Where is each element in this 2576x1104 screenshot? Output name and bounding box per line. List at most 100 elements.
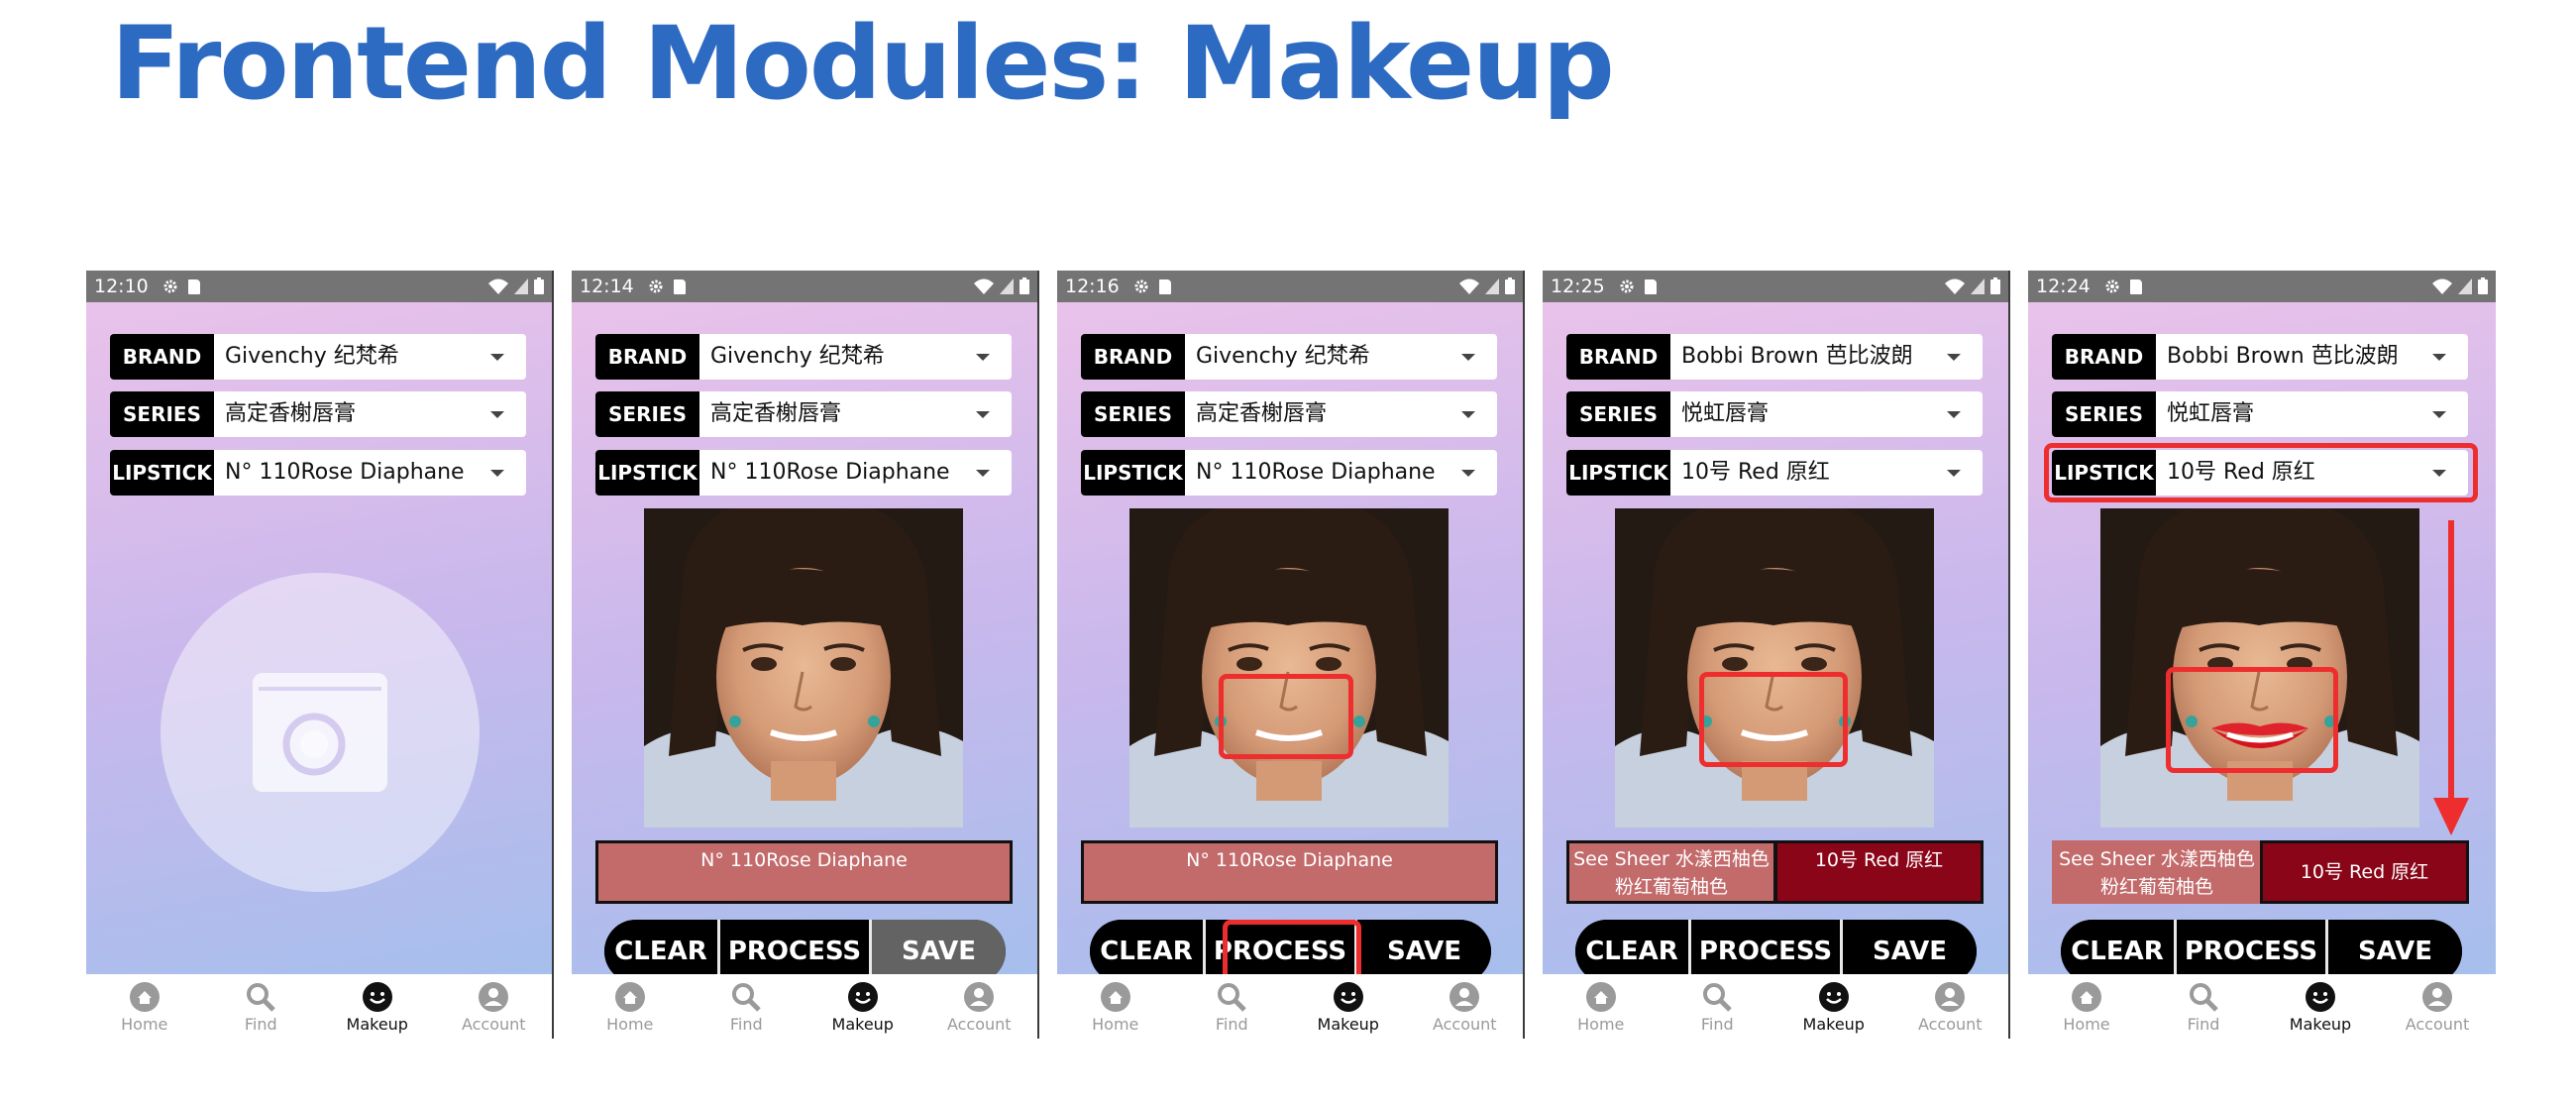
brand-dropdown[interactable]: BRAND Givenchy 纪梵希 (110, 334, 526, 380)
status-time: 12:25 (1551, 276, 1605, 297)
chevron-down-icon (1947, 470, 1961, 477)
series-label: SERIES (1566, 391, 1670, 437)
status-indicators (2432, 277, 2488, 294)
nav-makeup[interactable]: Makeup (2262, 974, 2379, 1039)
shade-option-red[interactable]: 10号 Red 原红 (1774, 840, 1984, 904)
gear-icon (1134, 279, 1148, 293)
lipstick-label: LIPSTICK (1566, 450, 1670, 496)
lipstick-dropdown[interactable]: LIPSTICK N° 110Rose Diaphane (595, 450, 1012, 496)
phone-screen-5: 12:24 BRAND Bobbi Brown 芭比波朗 SERIES 悦虹唇膏… (2028, 271, 2496, 1039)
lipstick-value: 10号 Red 原红 (1681, 460, 1830, 485)
home-icon (129, 982, 160, 1012)
nav-makeup[interactable]: Makeup (1290, 974, 1407, 1039)
search-icon (732, 983, 762, 1012)
brand-dropdown[interactable]: BRAND Givenchy 纪梵希 (1081, 334, 1497, 380)
search-icon (1703, 983, 1733, 1012)
photo-upload-area[interactable] (161, 573, 480, 892)
phone-screen-4: 12:25 BRAND Bobbi Brown 芭比波朗 SERIES 悦虹唇膏… (1543, 271, 2010, 1039)
bottom-nav: Home Find Makeup Account (2028, 974, 2496, 1039)
nav-account[interactable]: Account (1892, 974, 2009, 1039)
sdcard-icon (673, 278, 686, 294)
nav-home-label: Home (606, 1015, 654, 1034)
nav-find[interactable]: Find (1174, 974, 1291, 1039)
chevron-down-icon (490, 354, 504, 361)
status-indicators (488, 277, 544, 294)
nav-account[interactable]: Account (1407, 974, 1524, 1039)
series-dropdown[interactable]: SERIES 高定香榭唇膏 (1081, 391, 1497, 437)
nav-makeup[interactable]: Makeup (805, 974, 921, 1039)
nav-account-label: Account (946, 1015, 1012, 1034)
smiley-icon (1333, 982, 1363, 1012)
nav-makeup[interactable]: Makeup (319, 974, 436, 1039)
account-icon (1449, 982, 1480, 1012)
series-dropdown[interactable]: SERIES 高定香榭唇膏 (595, 391, 1012, 437)
nav-home[interactable]: Home (1543, 974, 1660, 1039)
series-dropdown[interactable]: SERIES 悦虹唇膏 (2052, 391, 2468, 437)
shade-option-sheer[interactable]: See Sheer 水漾西柚色 粉红葡萄柚色 (1566, 840, 1774, 904)
search-icon (2190, 983, 2218, 1012)
arrow-down-icon (2433, 520, 2469, 835)
face-photo (1615, 508, 1934, 828)
brand-label: BRAND (1566, 334, 1670, 380)
gear-icon (649, 279, 663, 293)
nav-makeup-label: Makeup (346, 1015, 408, 1034)
battery-icon (2478, 277, 2488, 294)
brand-dropdown[interactable]: BRAND Bobbi Brown 芭比波朗 (1566, 334, 1983, 380)
nav-account[interactable]: Account (2379, 974, 2496, 1039)
nav-home[interactable]: Home (572, 974, 689, 1039)
nav-makeup-label: Makeup (1802, 1015, 1865, 1034)
nav-find[interactable]: Find (2145, 974, 2262, 1039)
lip-highlight-box (1219, 674, 1353, 759)
brand-dropdown[interactable]: BRAND Givenchy 纪梵希 (595, 334, 1012, 380)
nav-account[interactable]: Account (436, 974, 553, 1039)
gear-icon (163, 279, 177, 293)
lipstick-dropdown[interactable]: LIPSTICK N° 110Rose Diaphane (110, 450, 526, 496)
brand-value: Givenchy 纪梵希 (710, 344, 885, 369)
nav-makeup[interactable]: Makeup (1775, 974, 1892, 1039)
home-icon (2072, 982, 2101, 1012)
home-icon (1100, 982, 1130, 1012)
lipstick-dropdown[interactable]: LIPSTICK 10号 Red 原红 (1566, 450, 1983, 496)
brand-dropdown[interactable]: BRAND Bobbi Brown 芭比波朗 (2052, 334, 2468, 380)
shade-option-sheer-line2: 粉红葡萄柚色 (2099, 876, 2213, 898)
battery-icon (1990, 277, 2000, 294)
wifi-icon (974, 278, 994, 294)
face-photo (1129, 508, 1449, 828)
shade-option-sheer[interactable]: See Sheer 水漾西柚色 粉红葡萄柚色 (2052, 840, 2260, 904)
smiley-icon (362, 982, 392, 1012)
shade-option-red[interactable]: 10号 Red 原红 (2260, 840, 2469, 904)
lipstick-value: N° 110Rose Diaphane (1196, 460, 1436, 485)
series-value: 高定香榭唇膏 (710, 401, 842, 426)
shade-result-box: N° 110Rose Diaphane (595, 840, 1013, 904)
nav-account[interactable]: Account (921, 974, 1038, 1039)
series-dropdown[interactable]: SERIES 悦虹唇膏 (1566, 391, 1983, 437)
lip-highlight-box (1699, 672, 1848, 767)
home-icon (1585, 982, 1616, 1012)
nav-home[interactable]: Home (86, 974, 203, 1039)
status-bar: 12:14 (572, 271, 1037, 302)
nav-find[interactable]: Find (203, 974, 320, 1039)
nav-find[interactable]: Find (689, 974, 805, 1039)
nav-home[interactable]: Home (1057, 974, 1174, 1039)
nav-home[interactable]: Home (2028, 974, 2145, 1039)
series-dropdown[interactable]: SERIES 高定香榭唇膏 (110, 391, 526, 437)
wifi-icon (1459, 278, 1479, 294)
lipstick-dropdown[interactable]: LIPSTICK N° 110Rose Diaphane (1081, 450, 1497, 496)
nav-account-label: Account (461, 1015, 526, 1034)
lipstick-label: LIPSTICK (595, 450, 699, 496)
battery-icon (1505, 277, 1515, 294)
phone-screen-3: 12:16 BRAND Givenchy 纪梵希 SERIES 高定香榭唇膏 L… (1057, 271, 1525, 1039)
series-label: SERIES (2052, 391, 2156, 437)
bottom-nav: Home Find Makeup Account (86, 974, 552, 1039)
lipstick-value: N° 110Rose Diaphane (710, 460, 950, 485)
smiley-icon (847, 982, 878, 1012)
nav-find[interactable]: Find (1660, 974, 1776, 1039)
nav-makeup-label: Makeup (1317, 1015, 1379, 1034)
chevron-down-icon (1947, 354, 1961, 361)
nav-find-label: Find (244, 1015, 277, 1034)
status-bar: 12:16 (1057, 271, 1523, 302)
search-icon (1218, 983, 1247, 1012)
smiley-icon (2306, 982, 2335, 1012)
phone-screen-1: 12:10 BRAND Givenchy 纪梵希 SERIES 高定香榭唇膏 L… (86, 271, 554, 1039)
shade-option-sheer-line1: See Sheer 水漾西柚色 (1573, 848, 1770, 870)
